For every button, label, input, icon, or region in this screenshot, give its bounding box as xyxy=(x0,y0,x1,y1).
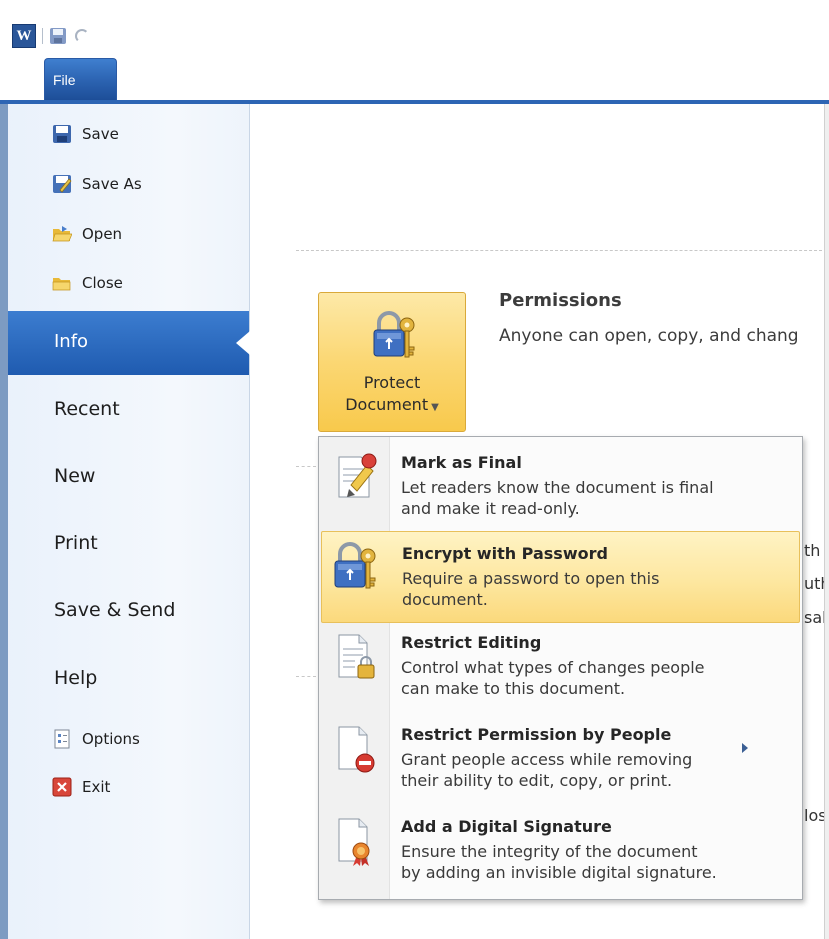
title-bar: W xyxy=(0,0,829,100)
open-folder-icon xyxy=(52,226,72,242)
menu-item-description: Control what types of changes people can … xyxy=(401,658,705,698)
menu-item-title: Mark as Final xyxy=(401,453,522,472)
tab-help[interactable]: Help xyxy=(54,667,97,689)
protect-label-line2: Document ▼ xyxy=(345,395,439,414)
menu-item-mark-as-final[interactable]: Mark as Final Let readers know the docum… xyxy=(321,441,800,533)
save-command[interactable]: Save xyxy=(52,124,119,144)
menu-item-title: Restrict Permission by People xyxy=(401,725,672,744)
menu-item-title: Encrypt with Password xyxy=(402,544,608,563)
menu-item-description: Grant people access while removing their … xyxy=(401,750,693,790)
lock-key-icon xyxy=(334,542,376,589)
exit-icon xyxy=(52,777,72,797)
peek-text: th xyxy=(804,541,821,560)
word-logo-icon[interactable]: W xyxy=(12,24,36,48)
save-icon xyxy=(53,125,71,143)
menu-item-description: Let readers know the document is final an… xyxy=(401,478,714,518)
menu-item-title: Restrict Editing xyxy=(401,633,542,652)
options-command[interactable]: Options xyxy=(52,729,140,749)
open-label: Open xyxy=(82,225,123,243)
dropdown-arrow-icon: ▼ xyxy=(431,402,439,413)
protect-document-menu: Mark as Final Let readers know the docum… xyxy=(318,436,803,900)
qat-separator xyxy=(42,28,43,44)
tab-recent[interactable]: Recent xyxy=(54,398,120,420)
tab-new[interactable]: New xyxy=(54,465,95,487)
tab-save-and-send[interactable]: Save & Send xyxy=(54,599,175,621)
exit-label: Exit xyxy=(82,778,111,796)
file-tab[interactable]: File xyxy=(44,58,117,100)
section-divider xyxy=(296,676,316,677)
menu-item-restrict-permission-by-people[interactable]: Restrict Permission by People Grant peop… xyxy=(321,713,800,805)
protect-document-button[interactable]: Protect Document ▼ xyxy=(318,292,466,432)
close-folder-icon xyxy=(52,278,71,291)
permissions-title: Permissions xyxy=(499,290,622,311)
menu-item-description: Ensure the integrity of the document by a… xyxy=(401,842,717,882)
options-label: Options xyxy=(82,730,140,748)
save-label: Save xyxy=(82,125,119,143)
section-divider xyxy=(296,250,822,251)
close-label: Close xyxy=(82,274,123,292)
restrict-editing-icon xyxy=(338,634,375,679)
tab-info[interactable]: Info xyxy=(8,311,249,375)
menu-item-encrypt-with-password[interactable]: Encrypt with Password Require a password… xyxy=(321,531,800,623)
close-command[interactable]: Close xyxy=(52,273,123,293)
digital-signature-icon xyxy=(338,818,370,866)
mark-final-icon xyxy=(338,453,377,498)
save-as-icon xyxy=(53,175,72,193)
restrict-permission-icon xyxy=(338,726,375,773)
save-icon[interactable] xyxy=(49,27,67,45)
submenu-arrow-icon xyxy=(742,743,748,753)
save-as-label: Save As xyxy=(82,175,142,193)
tab-print[interactable]: Print xyxy=(54,532,98,554)
backstage-nav xyxy=(0,104,250,939)
lock-key-icon xyxy=(373,311,415,358)
protect-label-line1: Protect xyxy=(363,373,421,392)
menu-item-restrict-editing[interactable]: Restrict Editing Control what types of c… xyxy=(321,621,800,713)
permissions-description: Anyone can open, copy, and chang xyxy=(499,326,799,346)
options-icon xyxy=(54,729,70,749)
menu-item-description: Require a password to open this document. xyxy=(402,569,660,609)
undo-icon[interactable] xyxy=(75,29,89,43)
section-divider xyxy=(296,466,316,467)
open-command[interactable]: Open xyxy=(52,224,122,244)
quick-access-toolbar: W xyxy=(12,24,89,48)
right-edge xyxy=(824,104,829,939)
exit-command[interactable]: Exit xyxy=(52,777,110,797)
save-as-command[interactable]: Save As xyxy=(52,174,142,194)
menu-item-title: Add a Digital Signature xyxy=(401,817,612,836)
nav-edge xyxy=(0,104,8,939)
menu-item-add-digital-signature[interactable]: Add a Digital Signature Ensure the integ… xyxy=(321,805,800,897)
tab-info-notch xyxy=(236,331,250,355)
